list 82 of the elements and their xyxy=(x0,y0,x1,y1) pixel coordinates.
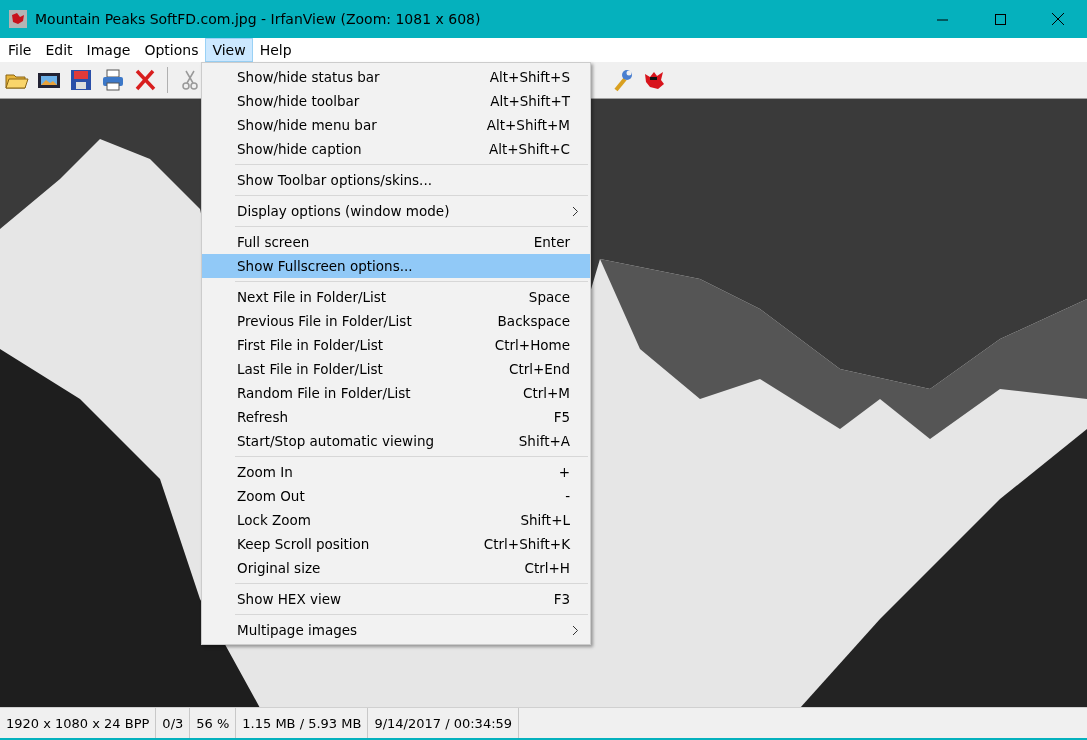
chevron-right-icon xyxy=(573,207,578,216)
menu-item[interactable]: Show HEX view F3 xyxy=(202,587,590,611)
menu-item[interactable]: Show Toolbar options/skins... xyxy=(202,168,590,192)
menu-item[interactable]: Show Fullscreen options... xyxy=(202,254,590,278)
menu-item-label: Last File in Folder/List xyxy=(237,361,384,377)
menu-bar-item[interactable]: Edit xyxy=(38,38,80,62)
menu-bar-item[interactable]: Image xyxy=(79,38,138,62)
menu-item[interactable]: Zoom Out - xyxy=(202,484,590,508)
menu-item[interactable]: Display options (window mode) xyxy=(202,199,590,223)
menu-item[interactable]: Next File in Folder/List Space xyxy=(202,285,590,309)
shortcut-label: Alt+Shift+S xyxy=(489,69,570,85)
menu-item[interactable]: Show/hide caption Alt+Shift+C xyxy=(202,137,590,161)
menu-item-label: Multipage images xyxy=(237,622,359,638)
menu-bar-item[interactable]: Options xyxy=(137,38,206,62)
status-bar-field: 1.15 MB / 5.93 MB xyxy=(236,708,369,738)
menu-item[interactable]: Multipage images xyxy=(202,618,590,642)
menu-item-label: Lock Zoom xyxy=(237,512,312,528)
window-title: Mountain Peaks SoftFD.com.jpg - IrfanView (Zoom: 1081 x 608) xyxy=(35,11,482,27)
shortcut-label: Backspace xyxy=(497,313,570,329)
menu-item-label: Start/Stop automatic viewing xyxy=(237,433,436,449)
shortcut-label: + xyxy=(558,464,570,480)
save-button[interactable] xyxy=(68,67,94,93)
menu-bar-item[interactable]: File xyxy=(1,38,39,62)
menu-item-label: Random File in Folder/List xyxy=(237,385,412,401)
menu-item[interactable]: Show/hide menu bar Alt+Shift+M xyxy=(202,113,590,137)
menu-item-label: Show HEX view xyxy=(237,591,343,607)
menu-item[interactable]: Original size Ctrl+H xyxy=(202,556,590,580)
close-icon xyxy=(1052,13,1064,25)
shortcut-label: Enter xyxy=(533,234,570,250)
status-bar-field: 1920 x 1080 x 24 BPP xyxy=(0,708,157,738)
menu-item[interactable]: Refresh F5 xyxy=(202,405,590,429)
shortcut-label: Alt+Shift+T xyxy=(490,93,570,109)
shortcut-label: Ctrl+Shift+K xyxy=(483,536,570,552)
menu-item[interactable]: Show/hide toolbar Alt+Shift+T xyxy=(202,89,590,113)
shortcut-label: Shift+L xyxy=(520,512,570,528)
menu-item-label: Zoom In xyxy=(237,464,294,480)
chevron-right-icon xyxy=(573,626,578,635)
menu-item-label: Show/hide caption xyxy=(237,141,363,157)
menu-item[interactable]: Previous File in Folder/List Backspace xyxy=(202,309,590,333)
menu-item-label: Next File in Folder/List xyxy=(237,289,388,305)
menu-item[interactable]: Start/Stop automatic viewing Shift+A xyxy=(202,429,590,453)
shortcut-label: Ctrl+M xyxy=(523,385,570,401)
menu-item-label: Original size xyxy=(237,560,322,576)
menu-item[interactable]: Lock Zoom Shift+L xyxy=(202,508,590,532)
menu-item[interactable]: Random File in Folder/List Ctrl+M xyxy=(202,381,590,405)
printer-icon xyxy=(101,68,125,92)
menu-item[interactable]: Keep Scroll position Ctrl+Shift+K xyxy=(202,532,590,556)
menu-item-label: Show Toolbar options/skins... xyxy=(237,172,433,188)
menu-item-label: Show Fullscreen options... xyxy=(237,258,414,274)
shortcut-label: Shift+A xyxy=(518,433,570,449)
menu-bar-item[interactable]: View xyxy=(205,38,253,62)
status-bar-field: 56 % xyxy=(190,708,237,738)
menu-item-label: Full screen xyxy=(237,234,311,250)
menu-item-label: Show/hide status bar xyxy=(237,69,381,85)
print-button[interactable] xyxy=(100,67,126,93)
status-bar-field: 0/3 xyxy=(156,708,191,738)
shortcut-label: F5 xyxy=(553,409,570,425)
cross-icon xyxy=(133,68,157,92)
shortcut-label: Ctrl+Home xyxy=(494,337,570,353)
shortcut-label: Alt+Shift+C xyxy=(489,141,570,157)
menu-item[interactable]: Zoom In + xyxy=(202,460,590,484)
shortcut-label: Ctrl+End xyxy=(509,361,570,377)
menu-item-label: Keep Scroll position xyxy=(237,536,371,552)
menu-bar-item[interactable]: Help xyxy=(252,38,299,62)
shortcut-label: Space xyxy=(528,289,570,305)
shortcut-label: Ctrl+H xyxy=(524,560,570,576)
menu-item-label: Refresh xyxy=(237,409,289,425)
menu-item-label: First File in Folder/List xyxy=(237,337,385,353)
menu-item[interactable]: Full screen Enter xyxy=(202,230,590,254)
menu-item[interactable]: Last File in Folder/List Ctrl+End xyxy=(202,357,590,381)
maximize-icon xyxy=(994,13,1006,25)
app-logo-icon xyxy=(9,10,27,28)
menu-item-label: Zoom Out xyxy=(237,488,306,504)
menu-item-label: Previous File in Folder/List xyxy=(237,313,413,329)
menu-item-label: Show/hide toolbar xyxy=(237,93,361,109)
menu-item-label: Show/hide menu bar xyxy=(237,117,378,133)
shortcut-label: F3 xyxy=(553,591,570,607)
menu-item-label: Display options (window mode) xyxy=(237,203,451,219)
shortcut-label: - xyxy=(565,488,570,504)
shortcut-label: Alt+Shift+M xyxy=(486,117,570,133)
menu-item[interactable]: First File in Folder/List Ctrl+Home xyxy=(202,333,590,357)
status-bar-field: 9/14/2017 / 00:34:59 xyxy=(368,708,520,738)
